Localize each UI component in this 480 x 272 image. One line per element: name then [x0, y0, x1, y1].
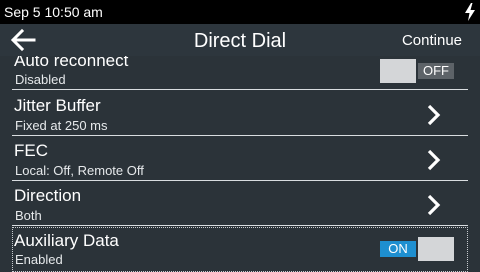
- chevron-right-icon: [427, 149, 441, 171]
- list-item-subtitle: Local: Off, Remote Off: [15, 163, 144, 178]
- list-item-subtitle: Fixed at 250 ms: [15, 118, 108, 133]
- auto-reconnect-toggle[interactable]: OFF: [380, 59, 456, 83]
- list-item-auto-reconnect[interactable]: Auto reconnect Disabled OFF: [12, 56, 468, 90]
- list-item-title: Jitter Buffer: [14, 96, 101, 115]
- list-item-title: Auxiliary Data: [14, 231, 119, 250]
- list-item-subtitle: Enabled: [15, 252, 63, 267]
- app-bar: Direct Dial Continue: [0, 24, 480, 56]
- auxiliary-data-toggle[interactable]: ON: [380, 237, 456, 261]
- list-item-title: FEC: [14, 141, 48, 160]
- settings-list[interactable]: Auto reconnect Disabled OFF Jitter Buffe…: [0, 56, 480, 272]
- status-bar: Sep 5 10:50 am: [0, 0, 480, 24]
- toggle-knob: [418, 237, 454, 261]
- list-item-subtitle: Both: [15, 208, 42, 223]
- list-item-fec[interactable]: FEC Local: Off, Remote Off: [12, 136, 468, 181]
- continue-button[interactable]: Continue: [402, 32, 462, 50]
- list-item-jitter-buffer[interactable]: Jitter Buffer Fixed at 250 ms: [12, 91, 468, 136]
- toggle-state-label: ON: [380, 241, 416, 257]
- list-item-subtitle: Disabled: [15, 72, 66, 87]
- list-item-title: Auto reconnect: [14, 56, 129, 70]
- list-item-auxiliary-data[interactable]: Auxiliary Data Enabled ON: [12, 227, 468, 272]
- list-item-title: Direction: [14, 186, 82, 205]
- toggle-knob: [380, 59, 416, 83]
- list-item-direction[interactable]: Direction Both: [12, 181, 468, 226]
- chevron-right-icon: [427, 104, 441, 126]
- chevron-right-icon: [427, 194, 441, 216]
- toggle-state-label: OFF: [418, 63, 454, 79]
- status-time: Sep 5 10:50 am: [4, 4, 103, 20]
- lightning-bolt-icon: [465, 3, 475, 21]
